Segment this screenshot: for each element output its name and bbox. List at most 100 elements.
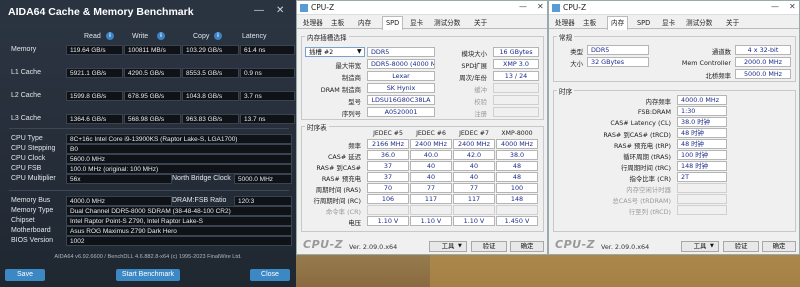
registered-label: 注册: [474, 110, 487, 118]
info-icon[interactable]: i: [214, 32, 222, 40]
mfr-label: 制造商: [341, 74, 361, 82]
ok-button[interactable]: 确定: [762, 241, 796, 252]
general-group-label: 常规: [557, 32, 575, 42]
info-icon[interactable]: i: [106, 32, 114, 40]
week-label: 周次/年份: [459, 74, 487, 82]
tab-5[interactable]: 测试分数: [683, 17, 715, 29]
minimize-button[interactable]: —: [519, 2, 527, 11]
slot-select[interactable]: 插槽 #2: [305, 47, 365, 57]
memory-timing-label: 行周期时间 (tRC): [620, 164, 671, 172]
tab-0[interactable]: 处理器: [300, 17, 326, 29]
dram-mfr-label: DRAM 制造商: [320, 86, 361, 94]
memory-timing-value: 100 时钟: [677, 150, 727, 160]
desktop-background-road: [430, 250, 800, 287]
timing-value: 42.0: [453, 150, 495, 160]
memory-info-label: BIOS Version: [11, 237, 54, 244]
column-header-read: Read: [84, 33, 101, 40]
mem-controller-label: Mem Controller: [681, 59, 731, 67]
type-field: DDR5: [587, 45, 649, 55]
minimize-button[interactable]: —: [254, 5, 264, 16]
size-label: 大小: [570, 60, 583, 68]
close-button[interactable]: Close: [250, 269, 290, 281]
validate-button[interactable]: 验证: [471, 241, 507, 252]
timing-column-header: XMP-8000: [501, 130, 533, 137]
timing-row-label: CAS# 延迟: [327, 153, 361, 161]
close-window-button[interactable]: ✕: [276, 5, 284, 16]
tab-3[interactable]: SPD: [382, 16, 404, 30]
nb-clock-value: 5000.0 MHz: [234, 174, 292, 184]
close-window-button[interactable]: ✕: [537, 2, 544, 11]
tab-5[interactable]: 测试分数: [431, 17, 463, 29]
memory-timing-label: CAS# Latency (CL): [610, 119, 671, 127]
timing-row-label: 电压: [348, 219, 361, 227]
ok-button[interactable]: 确定: [510, 241, 544, 252]
check-field: [493, 95, 539, 105]
result-write: 678.95 GB/s: [124, 91, 181, 101]
tab-6[interactable]: 关于: [471, 17, 490, 29]
result-latency: 3.7 ns: [240, 91, 295, 101]
timing-value: 2400 MHz: [453, 139, 495, 149]
chevron-down-icon[interactable]: ▼: [357, 48, 362, 55]
memory-info-label: Chipset: [11, 217, 35, 224]
start-benchmark-button[interactable]: Start Benchmark: [116, 269, 180, 281]
row-label: L1 Cache: [11, 69, 41, 76]
memory-timing-label: 循环周期 (tRAS): [623, 153, 671, 161]
memory-timing-value: 1:30: [677, 106, 727, 116]
nb-frequency-field: 5000.0 MHz: [735, 69, 791, 79]
tab-4[interactable]: 显卡: [659, 17, 678, 29]
divider: [9, 190, 289, 191]
tab-0[interactable]: 处理器: [552, 17, 578, 29]
save-button[interactable]: Save: [5, 269, 45, 281]
row-label: L3 Cache: [11, 115, 41, 122]
memory-timing-value: 4000.0 MHz: [677, 95, 727, 105]
close-window-button[interactable]: ✕: [789, 2, 796, 11]
timing-group-label: 时序: [557, 86, 575, 96]
memory-timing-value: [677, 194, 727, 204]
mem-controller-field: 2000.0 MHz: [735, 57, 791, 67]
size-field: 32 GBytes: [587, 57, 649, 67]
cpuz-app-icon: [300, 4, 308, 12]
timing-row-label: RAS# 预充电: [321, 175, 361, 183]
timing-value: 2400 MHz: [410, 139, 452, 149]
chevron-down-icon: ▼: [710, 243, 714, 249]
timing-value: 36.0: [367, 150, 409, 160]
check-label: 校验: [474, 98, 487, 106]
tab-2[interactable]: 内存: [355, 17, 374, 29]
memory-info-value: 1002: [66, 236, 292, 246]
copyright-footer: AIDA64 v6.92.6600 / BenchDLL 4.6.882.8-x…: [54, 254, 242, 260]
validate-button[interactable]: 验证: [723, 241, 759, 252]
module-size-field: 16 GBytes: [493, 47, 539, 57]
result-copy: 1043.8 GB/s: [182, 91, 239, 101]
column-header-write: Write: [132, 33, 149, 40]
timing-row-label: RAS# 到CAS#: [316, 164, 361, 172]
tab-6[interactable]: 关于: [723, 17, 742, 29]
cpuz-brand: CPU-Z: [303, 238, 344, 251]
timing-value: 1.10 V: [410, 216, 452, 226]
max-bw-label: 最大带宽: [335, 62, 361, 70]
timing-value: 77: [453, 183, 495, 193]
aida64-window: AIDA64 Cache & Memory Benchmark — ✕ Read…: [0, 0, 296, 287]
tab-4[interactable]: 显卡: [407, 17, 426, 29]
cpuz-app-icon: [552, 4, 560, 12]
timing-row-label: 命令率 (CR): [325, 208, 361, 216]
timing-value: [496, 205, 538, 215]
timing-value: [453, 205, 495, 215]
aida64-title: AIDA64 Cache & Memory Benchmark: [8, 6, 194, 18]
timing-row-label: 行周期时间 (RC): [313, 197, 361, 205]
result-latency: 13.7 ns: [240, 114, 295, 124]
memory-info-value: Dual Channel DDR5-8000 SDRAM (38-48-48-1…: [66, 206, 292, 216]
timing-value: 40: [410, 172, 452, 182]
tab-2[interactable]: 内存: [607, 16, 629, 30]
divider: [9, 128, 289, 129]
max-bw-field: DDR5-8000 (4000 MHz): [367, 59, 435, 69]
minimize-button[interactable]: —: [771, 2, 779, 11]
info-icon[interactable]: i: [157, 32, 165, 40]
tab-1[interactable]: 主板: [328, 17, 347, 29]
module-size-label: 模块大小: [461, 50, 487, 58]
buffered-label: 缓冲: [474, 86, 487, 94]
tab-3[interactable]: SPD: [634, 17, 653, 29]
tab-1[interactable]: 主板: [580, 17, 599, 29]
spd-ext-field: XMP 3.0: [493, 59, 539, 69]
memory-timing-value: 38.0 时钟: [677, 117, 727, 127]
channels-field: 4 x 32-bit: [735, 45, 791, 55]
